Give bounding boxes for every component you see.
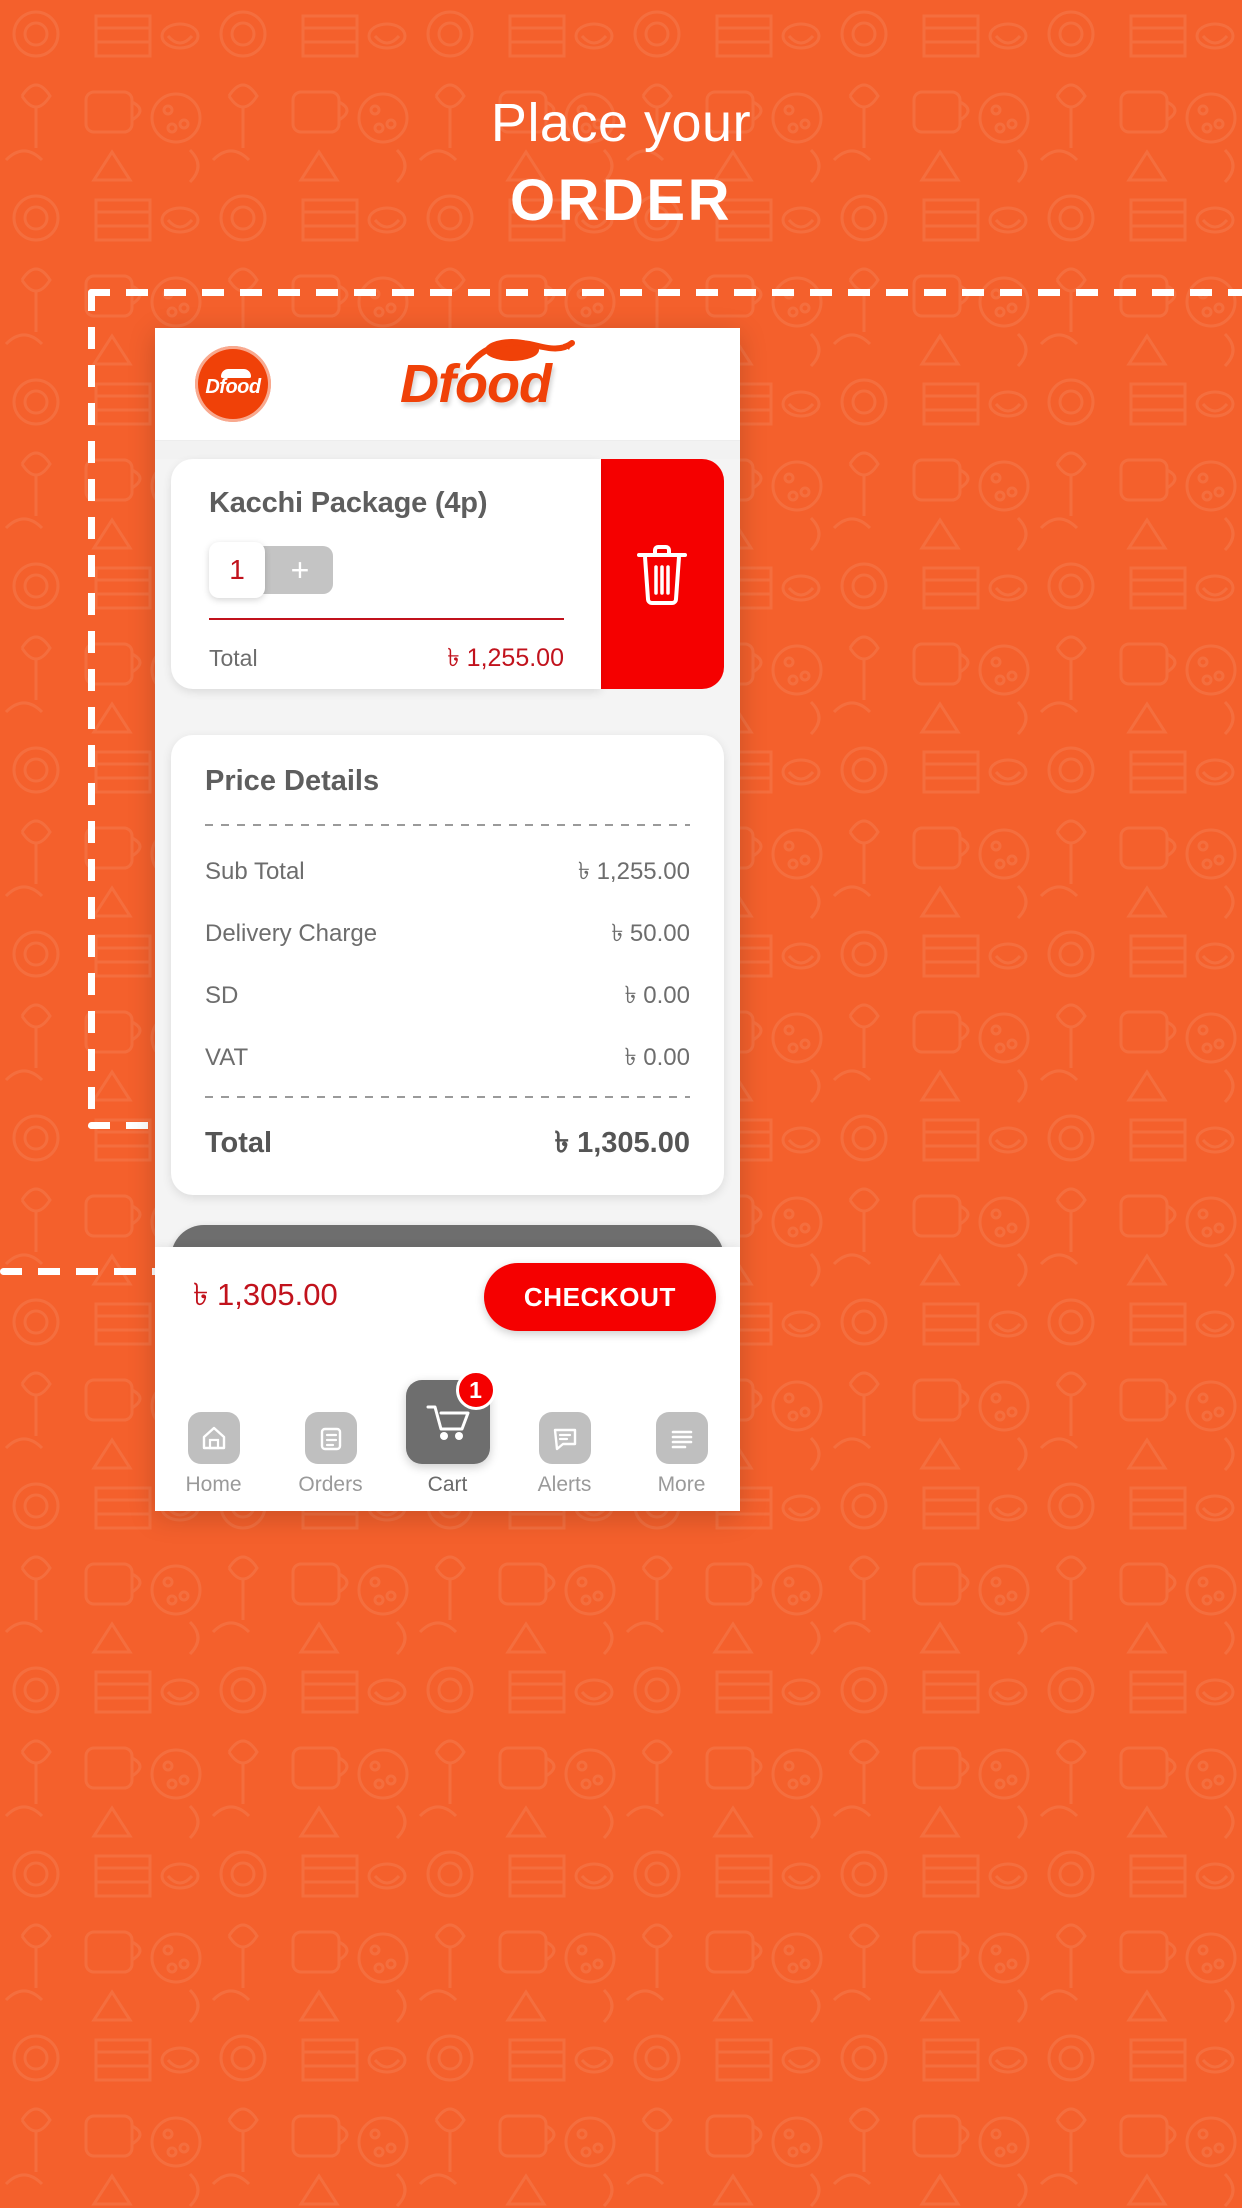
checkout-button[interactable]: CHECKOUT <box>483 1263 716 1331</box>
cart-item-total-label: Total <box>209 645 258 671</box>
nav-label-more: More <box>657 1473 706 1496</box>
app-content-area: Kacchi Package (4p) 1 + Total ৳ 1,255.00… <box>155 459 740 1365</box>
price-row-label: Sub Total <box>205 858 305 885</box>
price-row-label: VAT <box>205 1044 249 1071</box>
phone-mockup: Dfood Dfood Kacchi Package (4p) 1 + Tota… <box>155 328 740 1511</box>
app-logo-badge-label: Dfood <box>205 376 261 398</box>
nav-item-home[interactable]: Home <box>162 1412 266 1497</box>
price-row-value: ৳ 0.00 <box>624 1044 690 1071</box>
promo-headline-line2: ORDER <box>510 168 732 234</box>
grand-total-row: Total ৳ 1,305.00 <box>205 1098 690 1169</box>
nav-label-cart: Cart <box>427 1473 468 1496</box>
cart-item-card: Kacchi Package (4p) 1 + Total ৳ 1,255.00 <box>171 459 601 689</box>
nav-item-orders[interactable]: Orders <box>279 1412 383 1497</box>
app-header: Dfood Dfood <box>155 328 740 441</box>
nav-label-home: Home <box>185 1473 242 1496</box>
price-row-label: SD <box>205 982 239 1009</box>
nav-item-cart[interactable]: 1 Cart <box>396 1370 500 1497</box>
clipboard-icon <box>304 1412 357 1464</box>
brand-wordmark: Dfood <box>400 339 575 415</box>
price-row: Sub Total ৳ 1,255.00 <box>205 842 690 904</box>
grand-total-value: ৳ 1,305.00 <box>554 1127 690 1159</box>
price-row: VAT ৳ 0.00 <box>205 1028 690 1090</box>
home-icon <box>187 1412 240 1464</box>
promo-headline: Place your ORDER <box>0 92 1242 236</box>
price-details-title: Price Details <box>205 765 380 797</box>
price-row-value: ৳ 50.00 <box>611 920 690 947</box>
menu-lines-icon <box>655 1412 708 1464</box>
promo-headline-line1: Place your <box>490 93 752 153</box>
price-row-label: Delivery Charge <box>205 920 378 947</box>
app-logo-badge: Dfood <box>195 346 271 422</box>
callout-dashed-top-border <box>88 289 1242 296</box>
checkout-bar: ৳ 1,305.00 CHECKOUT <box>155 1247 740 1347</box>
trash-icon <box>637 545 687 605</box>
quantity-value[interactable]: 1 <box>209 542 265 598</box>
cart-item-divider <box>209 618 564 620</box>
delete-cart-item-button[interactable] <box>600 459 724 689</box>
price-row: SD ৳ 0.00 <box>205 966 690 1028</box>
quantity-stepper[interactable]: 1 + <box>209 542 351 598</box>
price-details-card: Price Details Sub Total ৳ 1,255.00 Deliv… <box>171 735 724 1195</box>
increment-quantity-button[interactable]: + <box>257 546 333 594</box>
checkout-total-amount: ৳ 1,305.00 <box>193 1277 338 1312</box>
cart-item-total-row: Total ৳ 1,255.00 <box>209 638 564 681</box>
nav-item-alerts[interactable]: Alerts <box>513 1412 617 1497</box>
chat-bubble-icon <box>538 1412 591 1464</box>
callout-dashed-left-border <box>88 289 95 1129</box>
bottom-navigation-bar: Home Orders 1 Cart Alerts More <box>155 1347 740 1511</box>
price-row-value: ৳ 1,255.00 <box>577 858 690 885</box>
price-row-value: ৳ 0.00 <box>624 982 690 1009</box>
plate-swoosh-icon <box>466 339 575 370</box>
cart-item-row: Kacchi Package (4p) 1 + Total ৳ 1,255.00 <box>171 459 724 689</box>
cart-item-total-value: ৳ 1,255.00 <box>447 644 564 672</box>
cart-item-count-badge: 1 <box>455 1370 496 1410</box>
grand-total-label: Total <box>205 1127 273 1159</box>
nav-item-more[interactable]: More <box>630 1412 734 1497</box>
nav-label-alerts: Alerts <box>537 1473 592 1496</box>
cart-item-name: Kacchi Package (4p) <box>209 487 488 519</box>
price-row: Delivery Charge ৳ 50.00 <box>205 904 690 966</box>
nav-label-orders: Orders <box>298 1473 363 1496</box>
price-details-rows: Sub Total ৳ 1,255.00 Delivery Charge ৳ 5… <box>205 826 690 1096</box>
